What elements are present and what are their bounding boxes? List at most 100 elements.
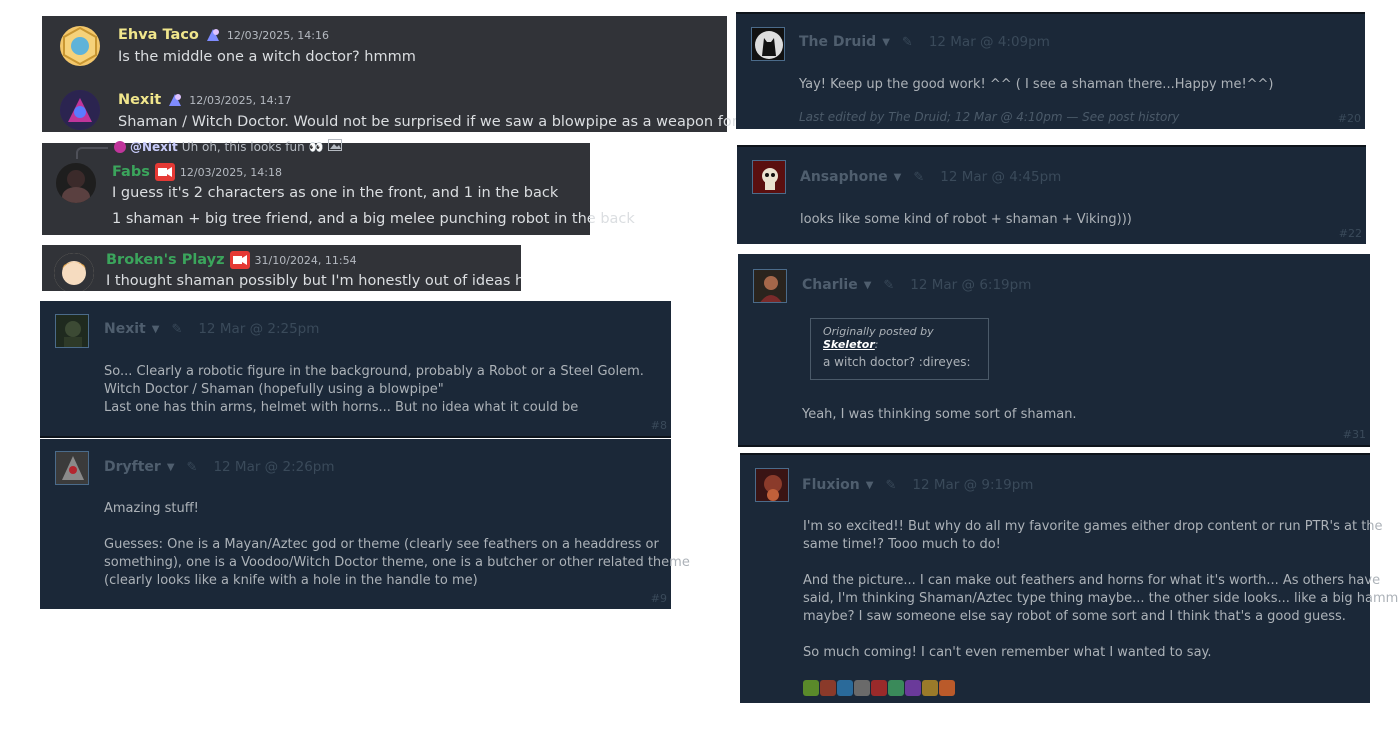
chevron-down-icon[interactable]: ▼ xyxy=(864,280,872,291)
award-icon[interactable]: ✎ xyxy=(883,278,894,293)
post-line: So much coming! I can't even remember wh… xyxy=(803,645,1212,660)
post-number[interactable]: #9 xyxy=(651,592,667,605)
emoticon-icon xyxy=(837,680,853,696)
post-number[interactable]: #20 xyxy=(1338,112,1361,125)
emoticon-icon xyxy=(922,680,938,696)
username[interactable]: Ehva Taco xyxy=(118,27,199,43)
post-line: maybe? I saw someone else say robot of s… xyxy=(803,609,1346,624)
emoticon-icon xyxy=(803,680,819,696)
avatar[interactable] xyxy=(60,26,100,66)
steam-post-ansaphone: Ansaphone ▼ ✎ 12 Mar @ 4:45pm looks like… xyxy=(737,145,1366,244)
avatar[interactable] xyxy=(752,160,786,194)
role-badge-icon xyxy=(166,91,184,109)
quote-block: Originally posted by Skeletor: a witch d… xyxy=(810,318,989,380)
post-header: Ansaphone ▼ ✎ 12 Mar @ 4:45pm xyxy=(800,169,1061,185)
quote-attribution: Originally posted by Skeletor: xyxy=(823,325,934,351)
username[interactable]: Fabs xyxy=(112,164,150,180)
post-date: 12 Mar @ 6:19pm xyxy=(910,277,1032,293)
message-header: Nexit 12/03/2025, 14:17 xyxy=(118,91,291,109)
message-text: Shaman / Witch Doctor. Would not be surp… xyxy=(118,114,770,130)
author-name[interactable]: Ansaphone xyxy=(800,169,888,185)
award-icon[interactable]: ✎ xyxy=(902,35,913,50)
post-body: Yeah, I was thinking some sort of shaman… xyxy=(802,407,1077,422)
chevron-down-icon[interactable]: ▼ xyxy=(866,480,874,491)
post-body: Amazing stuff! Guesses: One is a Mayan/A… xyxy=(104,500,690,590)
post-header: Dryfter ▼ ✎ 12 Mar @ 2:26pm xyxy=(104,459,335,475)
avatar[interactable] xyxy=(55,451,89,485)
steam-post-fluxion: Fluxion ▼ ✎ 12 Mar @ 9:19pm I'm so excit… xyxy=(740,453,1398,703)
post-line: (clearly looks like a knife with a hole … xyxy=(104,573,478,588)
post-number[interactable]: #8 xyxy=(651,419,667,432)
quote-author-link[interactable]: Skeletor xyxy=(823,338,875,351)
post-number[interactable]: #22 xyxy=(1339,227,1362,240)
username[interactable]: Nexit xyxy=(118,92,161,108)
post-date: 12 Mar @ 4:45pm xyxy=(940,169,1062,185)
post-line: I'm so excited!! But why do all my favor… xyxy=(803,519,1383,534)
chevron-down-icon[interactable]: ▼ xyxy=(152,324,160,335)
post-line xyxy=(803,554,1398,572)
post-line: something), one is a Voodoo/Witch Doctor… xyxy=(104,555,690,570)
emoticon-icon xyxy=(905,680,921,696)
post-date: 12 Mar @ 2:25pm xyxy=(198,321,320,337)
discord-panel-3: Broken's Playz 31/10/2024, 11:54 I thoug… xyxy=(42,245,521,291)
post-line: same time!? Tooo much to do! xyxy=(803,537,1001,552)
avatar[interactable] xyxy=(55,314,89,348)
post-line: Amazing stuff! xyxy=(104,501,199,516)
post-date: 12 Mar @ 2:26pm xyxy=(213,459,335,475)
role-badge-icon xyxy=(204,26,222,44)
post-header: Charlie ▼ ✎ 12 Mar @ 6:19pm xyxy=(802,277,1031,293)
quote-text: a witch doctor? :direyes: xyxy=(823,355,971,369)
message-text: Is the middle one a witch doctor? hmmm xyxy=(118,49,416,65)
chevron-down-icon[interactable]: ▼ xyxy=(894,172,902,183)
post-date: 12 Mar @ 9:19pm xyxy=(912,477,1034,493)
emoticon-icon xyxy=(854,680,870,696)
award-icon[interactable]: ✎ xyxy=(187,460,198,475)
username[interactable]: Broken's Playz xyxy=(106,252,225,268)
timestamp: 12/03/2025, 14:16 xyxy=(226,28,329,42)
chevron-down-icon[interactable]: ▼ xyxy=(167,462,175,473)
emoticon-icon xyxy=(871,680,887,696)
award-icon[interactable]: ✎ xyxy=(913,170,924,185)
video-camera-icon xyxy=(229,251,250,269)
post-line: Last one has thin arms, helmet with horn… xyxy=(104,400,579,415)
post-line: said, I'm thinking Shaman/Aztec type thi… xyxy=(803,591,1398,606)
post-number[interactable]: #31 xyxy=(1343,428,1366,441)
author-name[interactable]: Nexit xyxy=(104,321,146,337)
emoticon-row xyxy=(803,680,955,696)
post-header: Fluxion ▼ ✎ 12 Mar @ 9:19pm xyxy=(802,477,1033,493)
post-header: Nexit ▼ ✎ 12 Mar @ 2:25pm xyxy=(104,321,319,337)
steam-post-druid: The Druid ▼ ✎ 12 Mar @ 4:09pm Yay! Keep … xyxy=(736,12,1365,129)
post-date: 12 Mar @ 4:09pm xyxy=(928,34,1050,50)
author-name[interactable]: Charlie xyxy=(802,277,858,293)
award-icon[interactable]: ✎ xyxy=(171,322,182,337)
reply-text: Uh oh, this looks fun 👀 xyxy=(181,139,324,154)
reply-mention[interactable]: @Nexit xyxy=(130,140,178,154)
message-header: Fabs 12/03/2025, 14:18 xyxy=(112,163,282,181)
avatar[interactable] xyxy=(56,163,96,203)
discord-panel-2: @Nexit Uh oh, this looks fun 👀 Fabs 12/0… xyxy=(42,139,635,235)
post-body: Yay! Keep up the good work! ^^ ( I see a… xyxy=(799,77,1274,92)
message-text: I thought shaman possibly but I'm honest… xyxy=(106,273,521,289)
post-body: I'm so excited!! But why do all my favor… xyxy=(803,518,1398,662)
avatar[interactable] xyxy=(54,253,94,291)
avatar[interactable] xyxy=(60,90,100,130)
post-body: So... Clearly a robotic figure in the ba… xyxy=(104,363,644,417)
edit-note[interactable]: Last edited by The Druid; 12 Mar @ 4:10p… xyxy=(799,110,1179,124)
message-line: I guess it's 2 characters as one in the … xyxy=(112,185,559,201)
image-icon xyxy=(327,139,342,154)
post-line: And the picture... I can make out feathe… xyxy=(803,573,1381,588)
emoticon-icon xyxy=(820,680,836,696)
reply-connector xyxy=(76,147,108,159)
award-icon[interactable]: ✎ xyxy=(885,478,896,493)
avatar[interactable] xyxy=(753,269,787,303)
steam-post-charlie: Charlie ▼ ✎ 12 Mar @ 6:19pm Originally p… xyxy=(738,254,1370,447)
author-name[interactable]: Dryfter xyxy=(104,459,161,475)
author-name[interactable]: The Druid xyxy=(799,34,876,50)
steam-post-dryfter: Dryfter ▼ ✎ 12 Mar @ 2:26pm Amazing stuf… xyxy=(40,439,690,609)
avatar[interactable] xyxy=(755,468,789,502)
emoticon-icon xyxy=(888,680,904,696)
avatar[interactable] xyxy=(751,27,785,61)
chevron-down-icon[interactable]: ▼ xyxy=(882,37,890,48)
reply-preview[interactable]: @Nexit Uh oh, this looks fun 👀 xyxy=(114,139,342,154)
author-name[interactable]: Fluxion xyxy=(802,477,860,493)
